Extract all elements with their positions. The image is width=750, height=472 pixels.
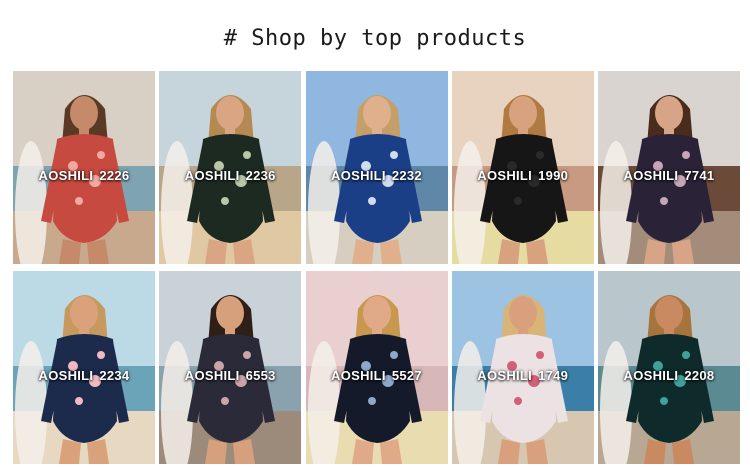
product-model: 7741 <box>684 167 715 183</box>
product-caption: AOSHILI 2208 <box>598 368 740 383</box>
product-card-7741[interactable]: AOSHILI 7741 <box>598 71 740 264</box>
product-model: 2208 <box>684 367 715 383</box>
product-caption: AOSHILI 7741 <box>598 168 740 183</box>
product-brand: AOSHILI <box>184 167 240 183</box>
product-model: 1990 <box>538 167 569 183</box>
product-model: 5527 <box>391 367 422 383</box>
product-caption: AOSHILI 2236 <box>159 168 301 183</box>
product-model: 2234 <box>99 367 130 383</box>
product-card-6553[interactable]: AOSHILI 6553 <box>159 271 302 464</box>
product-brand: AOSHILI <box>623 167 679 183</box>
product-model: 2236 <box>245 167 276 183</box>
product-caption: AOSHILI 2232 <box>306 168 448 183</box>
product-card-2232[interactable]: AOSHILI 2232 <box>305 71 448 264</box>
product-caption: AOSHILI 5527 <box>306 368 448 383</box>
product-model: 1749 <box>538 367 569 383</box>
product-caption: AOSHILI 2234 <box>13 368 155 383</box>
product-card-2208[interactable]: AOSHILI 2208 <box>598 271 740 464</box>
product-model: 2232 <box>391 167 422 183</box>
product-card-1749[interactable]: AOSHILI 1749 <box>451 271 594 464</box>
product-card-2236[interactable]: AOSHILI 2236 <box>159 71 302 264</box>
product-card-2234[interactable]: AOSHILI 2234 <box>13 271 155 464</box>
product-brand: AOSHILI <box>331 167 386 183</box>
product-model: 2226 <box>99 167 130 183</box>
product-card-5527[interactable]: AOSHILI 5527 <box>305 271 448 464</box>
product-model: 6553 <box>245 367 276 383</box>
product-card-1990[interactable]: AOSHILI 1990 <box>451 71 594 264</box>
product-brand: AOSHILI <box>477 167 533 183</box>
section-heading: # Shop by top products <box>223 26 527 51</box>
product-brand: AOSHILI <box>331 367 386 383</box>
product-card-2226[interactable]: AOSHILI 2226 <box>13 71 155 264</box>
product-brand: AOSHILI <box>623 367 679 383</box>
product-brand: AOSHILI <box>477 367 533 383</box>
product-brand: AOSHILI <box>184 367 240 383</box>
product-caption: AOSHILI 1749 <box>452 368 594 383</box>
product-brand: AOSHILI <box>38 367 94 383</box>
product-caption: AOSHILI 2226 <box>13 168 155 183</box>
product-caption: AOSHILI 6553 <box>159 368 301 383</box>
product-caption: AOSHILI 1990 <box>452 168 594 183</box>
product-grid: AOSHILI 2226 AOSHILI 2236 AOSHILI 2232 A… <box>13 71 740 464</box>
product-brand: AOSHILI <box>38 167 94 183</box>
